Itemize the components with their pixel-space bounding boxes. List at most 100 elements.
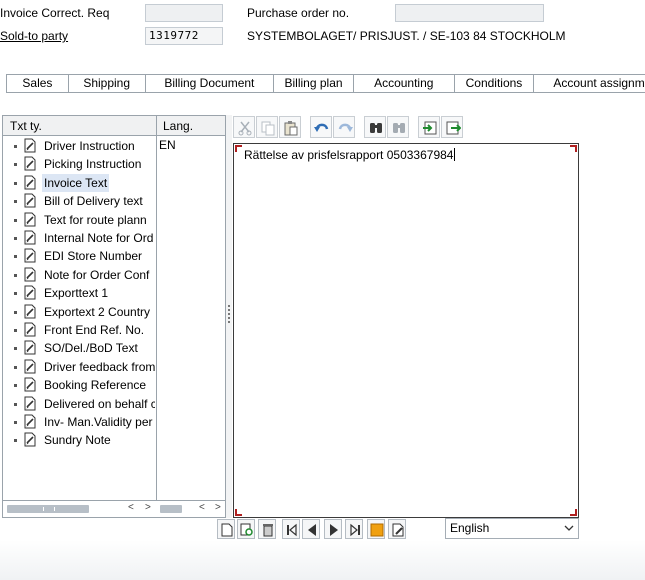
text-document-icon bbox=[24, 175, 36, 190]
tree-item[interactable]: Picking Instruction bbox=[3, 155, 155, 173]
edit-icon bbox=[392, 523, 404, 537]
copy-button[interactable] bbox=[256, 116, 278, 138]
tree-item-label: Picking Instruction bbox=[44, 157, 142, 172]
text-document-icon bbox=[24, 414, 36, 429]
scroll-thumb-left[interactable] bbox=[7, 505, 89, 513]
redo-icon bbox=[338, 123, 353, 132]
tree-item[interactable]: Inv- Man.Validity per bbox=[3, 413, 155, 431]
tree-item[interactable]: Exporttext 1 bbox=[3, 284, 155, 302]
redo-button[interactable] bbox=[333, 116, 355, 138]
detail-button[interactable] bbox=[237, 519, 255, 539]
previous-button[interactable] bbox=[302, 519, 320, 539]
tree-bullet bbox=[14, 329, 17, 332]
next-icon bbox=[330, 524, 338, 536]
text-document-icon bbox=[24, 304, 36, 319]
tab-sales[interactable]: Sales bbox=[7, 75, 69, 92]
tree-item-label: SO/Del./BoD Text bbox=[44, 341, 138, 356]
text-document-icon bbox=[24, 193, 36, 208]
sold-to-party-field[interactable]: 1319772 bbox=[145, 27, 223, 45]
sold-to-party-link[interactable]: Sold-to party bbox=[0, 29, 68, 43]
tree-bullet bbox=[14, 200, 17, 204]
first-button[interactable] bbox=[282, 519, 300, 539]
edit-button[interactable] bbox=[388, 519, 406, 539]
tree-item[interactable]: SO/Del./BoD Text bbox=[3, 339, 155, 357]
text-document-icon bbox=[24, 267, 36, 282]
delete-icon bbox=[263, 524, 273, 537]
find-next-icon bbox=[393, 123, 405, 133]
tree-item[interactable]: Note for Order Conf bbox=[3, 266, 155, 284]
language-select-value: English bbox=[450, 521, 490, 535]
tree-item[interactable]: Bill of Delivery text bbox=[3, 192, 155, 210]
text-document-icon bbox=[24, 285, 36, 300]
scroll-left-icon-2[interactable]: < bbox=[199, 502, 205, 513]
import-button[interactable] bbox=[418, 116, 440, 138]
delete-button[interactable] bbox=[258, 519, 276, 539]
tab-account-assignment[interactable]: Account assignm bbox=[534, 75, 645, 92]
tree-bullet bbox=[14, 255, 17, 259]
find-button[interactable] bbox=[364, 116, 386, 138]
tree-item-label: Front End Ref. No. bbox=[44, 323, 145, 337]
tree-item[interactable]: Driver Instruction bbox=[3, 137, 155, 155]
tree-item-label: Exportext 2 Country bbox=[44, 304, 151, 319]
export-button[interactable] bbox=[441, 116, 463, 138]
invoice-correct-field[interactable] bbox=[145, 4, 223, 22]
tree-item[interactable]: EDI Store Number bbox=[3, 247, 155, 265]
highlight-button[interactable] bbox=[367, 519, 385, 539]
scroll-thumb-right[interactable] bbox=[160, 505, 182, 513]
column-header-txt-ty[interactable]: Txt ty. bbox=[3, 116, 156, 136]
language-cell: EN bbox=[159, 138, 176, 152]
tree-item[interactable]: Front End Ref. No. bbox=[3, 321, 155, 339]
tree-bullet bbox=[14, 181, 17, 185]
tree-item-label: Invoice Text bbox=[42, 173, 110, 192]
language-select[interactable]: English bbox=[445, 518, 579, 539]
new-document-button[interactable] bbox=[217, 519, 235, 539]
tree-item[interactable]: Internal Note for Ord bbox=[3, 229, 155, 247]
tab-accounting[interactable]: Accounting bbox=[354, 75, 455, 92]
horizontal-scrollbar[interactable]: < > < > bbox=[3, 500, 225, 517]
tree-item-label: Delivered on behalf c bbox=[44, 396, 155, 411]
last-button[interactable] bbox=[345, 519, 363, 539]
tree-item[interactable]: Text for route plann bbox=[3, 211, 155, 229]
text-document-icon bbox=[24, 156, 36, 171]
paste-button[interactable] bbox=[279, 116, 301, 138]
find-next-button[interactable] bbox=[387, 116, 409, 138]
tree-item-label: Text for route plann bbox=[44, 212, 147, 227]
tree-bullet bbox=[14, 273, 17, 277]
paste-icon bbox=[284, 121, 298, 136]
tree-item-label: Booking Reference bbox=[44, 378, 147, 393]
tree-bullet bbox=[14, 402, 17, 406]
text-document-icon bbox=[24, 359, 36, 374]
text-editor[interactable]: Rättelse av prisfelsrapport 0503367984 bbox=[233, 143, 579, 518]
tree-bullet bbox=[14, 347, 17, 351]
tree-item[interactable]: Exportext 2 Country bbox=[3, 303, 155, 321]
tree-bullet bbox=[14, 237, 17, 240]
scroll-right-icon-2[interactable]: > bbox=[215, 502, 221, 513]
bottom-background bbox=[0, 540, 645, 580]
text-document-icon bbox=[24, 230, 36, 245]
tab-shipping[interactable]: Shipping bbox=[69, 75, 146, 92]
tab-strip: Sales Shipping Billing Document Billing … bbox=[6, 74, 645, 93]
tree-item[interactable]: Invoice Text bbox=[3, 173, 155, 192]
scroll-left-icon[interactable]: < bbox=[128, 502, 134, 513]
tree-bullet bbox=[14, 310, 17, 314]
tree-item[interactable]: Delivered on behalf c bbox=[3, 395, 155, 413]
last-icon bbox=[350, 523, 360, 537]
tab-billing-document[interactable]: Billing Document bbox=[146, 75, 275, 92]
tree-item[interactable]: Sundry Note bbox=[3, 431, 155, 449]
text-document-icon bbox=[24, 340, 36, 355]
text-document-icon bbox=[24, 212, 36, 227]
panel-splitter[interactable] bbox=[226, 115, 232, 518]
text-types-panel: Txt ty. Lang. Driver Instruction Picking … bbox=[2, 115, 226, 518]
purchase-order-label: Purchase order no. bbox=[247, 6, 350, 20]
column-header-lang[interactable]: Lang. bbox=[157, 116, 225, 136]
scroll-right-icon[interactable]: > bbox=[145, 502, 151, 513]
purchase-order-field[interactable] bbox=[395, 4, 544, 22]
next-button[interactable] bbox=[324, 519, 342, 539]
tree-item[interactable]: Driver feedback from bbox=[3, 358, 155, 376]
tab-billing-plan[interactable]: Billing plan bbox=[274, 75, 354, 92]
undo-button[interactable] bbox=[310, 116, 332, 138]
tree-item[interactable]: Booking Reference bbox=[3, 376, 155, 394]
column-separator[interactable] bbox=[156, 116, 157, 502]
tab-conditions[interactable]: Conditions bbox=[455, 75, 535, 92]
cut-button[interactable] bbox=[233, 116, 255, 138]
